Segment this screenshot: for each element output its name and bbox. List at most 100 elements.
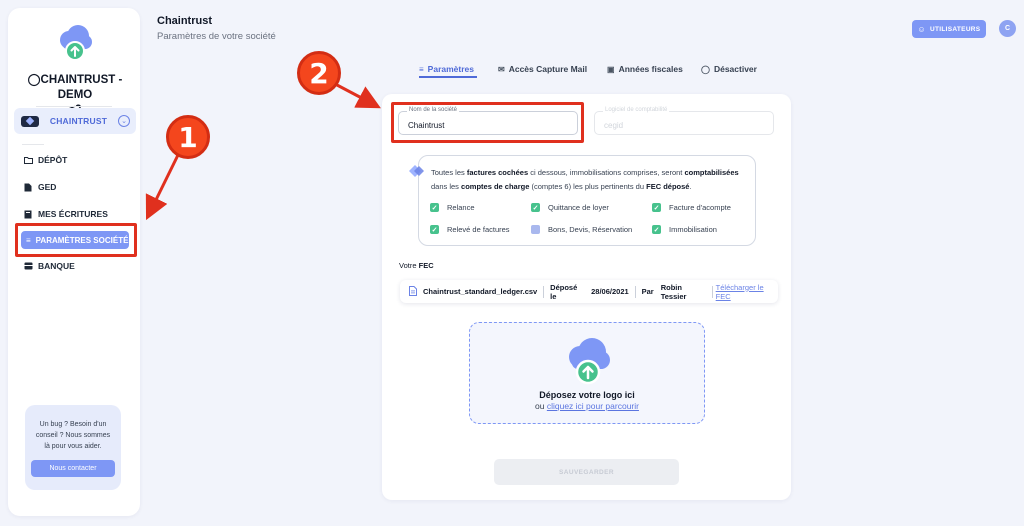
folder-icon (23, 155, 33, 165)
info-text-part: dans les (431, 182, 462, 191)
checkbox-bons-devis-reservation[interactable]: Bons, Devis, Réservation (531, 225, 632, 234)
info-text-bold: comptes de charge (461, 182, 530, 191)
checkbox-immobilisation[interactable]: ✓ Immobilisation (652, 225, 717, 234)
browse-link[interactable]: cliquez ici pour parcourir (547, 401, 639, 411)
divider (22, 144, 44, 145)
sidebar-item-depot[interactable]: DÉPÔT (23, 152, 67, 168)
help-card: Un bug ? Besoin d'un conseil ? Nous somm… (25, 405, 121, 490)
tab-annees-fiscales[interactable]: ▣ Années fiscales (607, 64, 683, 74)
avatar[interactable]: C (999, 20, 1016, 37)
tab-desactiver[interactable]: ◯ Désactiver (701, 64, 757, 74)
checkbox-label: Immobilisation (669, 225, 717, 234)
sidebar-item-mes-ecritures[interactable]: MES ÉCRITURES (23, 206, 108, 222)
dropzone-title: Déposez votre logo ici (539, 390, 635, 400)
annotation-badge-2: 2 (297, 51, 341, 95)
checkbox-unchecked-icon[interactable] (531, 225, 540, 234)
page-title: Chaintrust (157, 15, 212, 27)
fec-deposit-label: Déposé le (550, 282, 578, 301)
info-text-part: (comptes 6) les plus pertinents du (529, 182, 647, 191)
checkbox-label: Relance (447, 203, 475, 212)
ledger-icon (23, 209, 33, 219)
download-fec-link[interactable]: Télécharger le FEC (716, 283, 778, 301)
dropzone-prefix: ou (535, 401, 547, 411)
separator (634, 285, 636, 298)
sliders-icon: ≡ (419, 64, 424, 74)
tab-label: Paramètres (427, 64, 474, 74)
tab-label: Années fiscales (618, 64, 683, 74)
chevron-down-icon[interactable]: ⌄ (118, 115, 130, 127)
checkbox-label: Quittance de loyer (548, 203, 609, 212)
fec-by-name: Robin Tessier (660, 282, 687, 301)
help-text: Un bug ? Besoin d'un conseil ? Nous somm… (35, 421, 111, 450)
sidebar-item-ged[interactable]: GED (23, 179, 56, 195)
info-text-bold: FEC déposé (646, 182, 690, 191)
save-button[interactable]: SAUVEGARDER (494, 459, 679, 485)
checkbox-label: Facture d'acompte (669, 203, 731, 212)
software-value: cegid (604, 121, 624, 130)
checkbox-checked-icon[interactable]: ✓ (652, 203, 661, 212)
fec-deposit-date: 28/06/2021 (591, 287, 629, 296)
org-name-line1: CHAINTRUST - DEMO (40, 74, 123, 101)
diamond-info-icon (408, 164, 426, 178)
fec-by-label: Par (641, 287, 654, 296)
annotation-badge-1: 1 (166, 115, 210, 159)
info-text-part: Toutes les (431, 168, 467, 177)
software-label: Logiciel de comptabilité (603, 107, 670, 113)
info-text-bold: comptabilisées (684, 168, 739, 177)
annotation-highlight-company-name (391, 102, 584, 143)
checkbox-facture-acompte[interactable]: ✓ Facture d'acompte (652, 203, 731, 212)
fec-label-bold: FEC (418, 261, 434, 270)
users-button[interactable]: ☺ UTILISATEURS (912, 20, 986, 38)
fec-file-row: Chaintrust_standard_ledger.csv Déposé le… (400, 280, 778, 303)
tab-acces-capture-mail[interactable]: ✉ Accès Capture Mail (498, 64, 587, 74)
users-icon: ☺ (917, 24, 927, 34)
sidebar-item-banque[interactable]: BANQUE (23, 258, 75, 274)
tab-label: Désactiver (713, 64, 757, 74)
separator (711, 285, 713, 298)
company-badge-icon (21, 115, 39, 127)
bank-icon (23, 261, 33, 271)
sidebar-item-label: BANQUE (38, 261, 75, 271)
sidebar-item-label: MES ÉCRITURES (38, 209, 108, 219)
checkbox-relance[interactable]: ✓ Relance (430, 203, 475, 212)
document-icon (23, 182, 33, 192)
fec-filename: Chaintrust_standard_ledger.csv (423, 287, 538, 296)
sidebar-item-label: GED (38, 182, 57, 192)
sidebar-item-label: DÉPÔT (38, 155, 68, 165)
cloud-upload-logo-icon (57, 24, 93, 62)
contact-button[interactable]: Nous contacter (31, 460, 115, 477)
checkbox-releve-de-factures[interactable]: ✓ Relevé de factures (430, 225, 510, 234)
separator (543, 285, 545, 298)
users-button-label: UTILISATEURS (930, 25, 981, 33)
cloud-upload-icon (564, 337, 612, 385)
info-text-bold: factures cochées (466, 168, 529, 177)
info-text: Toutes les factures cochées ci dessous, … (431, 166, 739, 194)
company-selector[interactable]: CHAINTRUST ⌄ (14, 108, 136, 134)
power-icon: ◯ (701, 64, 710, 74)
checkbox-checked-icon[interactable]: ✓ (430, 225, 439, 234)
page-subtitle: Paramètres de votre société (157, 31, 276, 42)
checkbox-label: Relevé de factures (447, 225, 510, 234)
company-selector-label: CHAINTRUST (49, 116, 108, 126)
mail-icon: ✉ (498, 64, 505, 74)
checkbox-quittance-de-loyer[interactable]: ✓ Quittance de loyer (531, 203, 609, 212)
calendar-icon: ▣ (607, 64, 615, 74)
fec-section-label: Votre FEC (399, 261, 434, 270)
info-text-part: . (689, 182, 692, 191)
checkbox-checked-icon[interactable]: ✓ (531, 203, 540, 212)
file-icon (409, 285, 417, 298)
checkbox-checked-icon[interactable]: ✓ (652, 225, 661, 234)
fec-label-prefix: Votre (399, 261, 419, 270)
org-icon: ◯ (27, 74, 41, 86)
divider (36, 106, 112, 107)
dropzone-subtitle: ou cliquez ici pour parcourir (470, 401, 704, 411)
info-text-part: ci dessous, immobilisations comprises, s… (528, 168, 685, 177)
software-field: Logiciel de comptabilité cegid (594, 107, 774, 135)
tab-parametres[interactable]: ≡ Paramètres (419, 64, 474, 74)
logo-dropzone[interactable]: Déposez votre logo ici ou cliquez ici po… (469, 322, 705, 424)
annotation-highlight-sidebar (15, 223, 137, 257)
tab-label: Accès Capture Mail (508, 64, 588, 74)
tab-active-indicator (419, 76, 477, 78)
checkbox-checked-icon[interactable]: ✓ (430, 203, 439, 212)
checkbox-label: Bons, Devis, Réservation (548, 225, 633, 234)
